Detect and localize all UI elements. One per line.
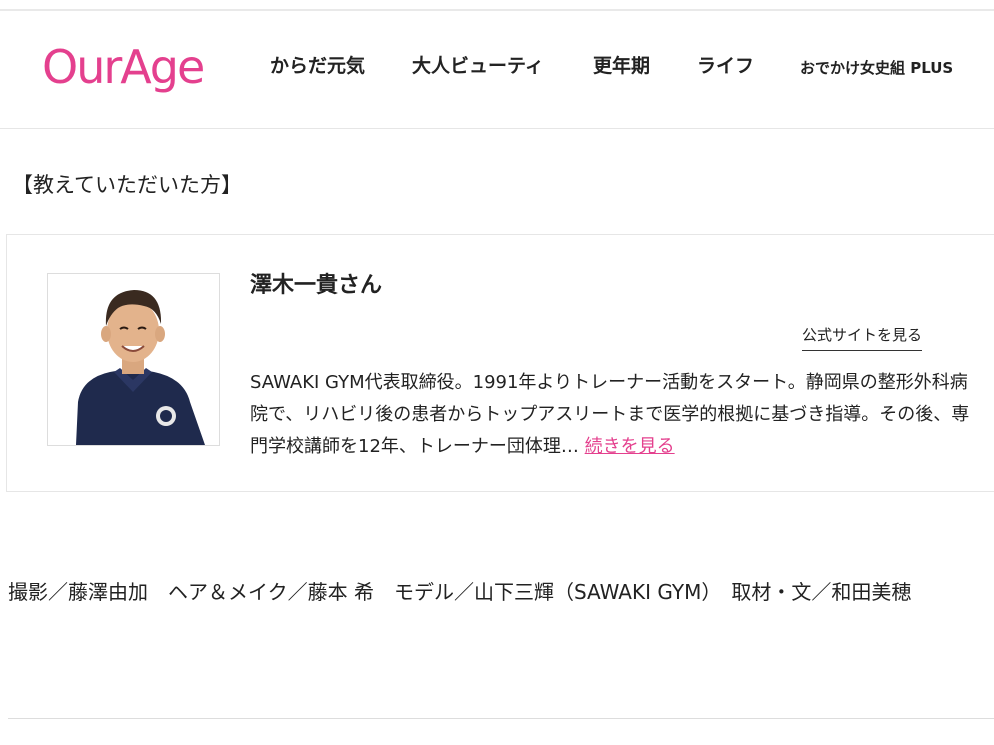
profile-card: 澤木一貴さん 公式サイトを見る SAWAKI GYM代表取締役。1991年よりト… — [6, 234, 994, 492]
article-credits: 撮影／藤澤由加 ヘア＆メイク／藤本 希 モデル／山下三輝（SAWAKI GYM）… — [8, 580, 912, 604]
nav-item-karada[interactable]: からだ元気 — [270, 53, 365, 79]
main-nav: からだ元気 大人ビューティ 更年期 ライフ おでかけ女史組 PLUS — [0, 11, 994, 129]
bottom-divider — [8, 718, 994, 719]
person-name: 澤木一貴さん — [250, 273, 383, 298]
official-site-link[interactable]: 公式サイトを見る — [802, 325, 923, 351]
nav-item-menopause[interactable]: 更年期 — [593, 53, 650, 79]
person-photo — [47, 273, 220, 446]
person-photo-icon — [48, 274, 219, 445]
read-more-link[interactable]: 続きを見る — [585, 436, 675, 457]
site-header: OurAge からだ元気 大人ビューティ 更年期 ライフ おでかけ女史組 PLU… — [0, 11, 994, 129]
section-heading: 【教えていただいた方】 — [12, 173, 242, 197]
person-bio: SAWAKI GYM代表取締役。1991年よりトレーナー活動をスタート。静岡県の… — [250, 367, 972, 463]
nav-item-beauty[interactable]: 大人ビューティ — [412, 53, 544, 79]
nav-item-life[interactable]: ライフ — [697, 53, 754, 79]
nav-item-odekake-plus[interactable]: おでかけ女史組 PLUS — [800, 55, 953, 81]
